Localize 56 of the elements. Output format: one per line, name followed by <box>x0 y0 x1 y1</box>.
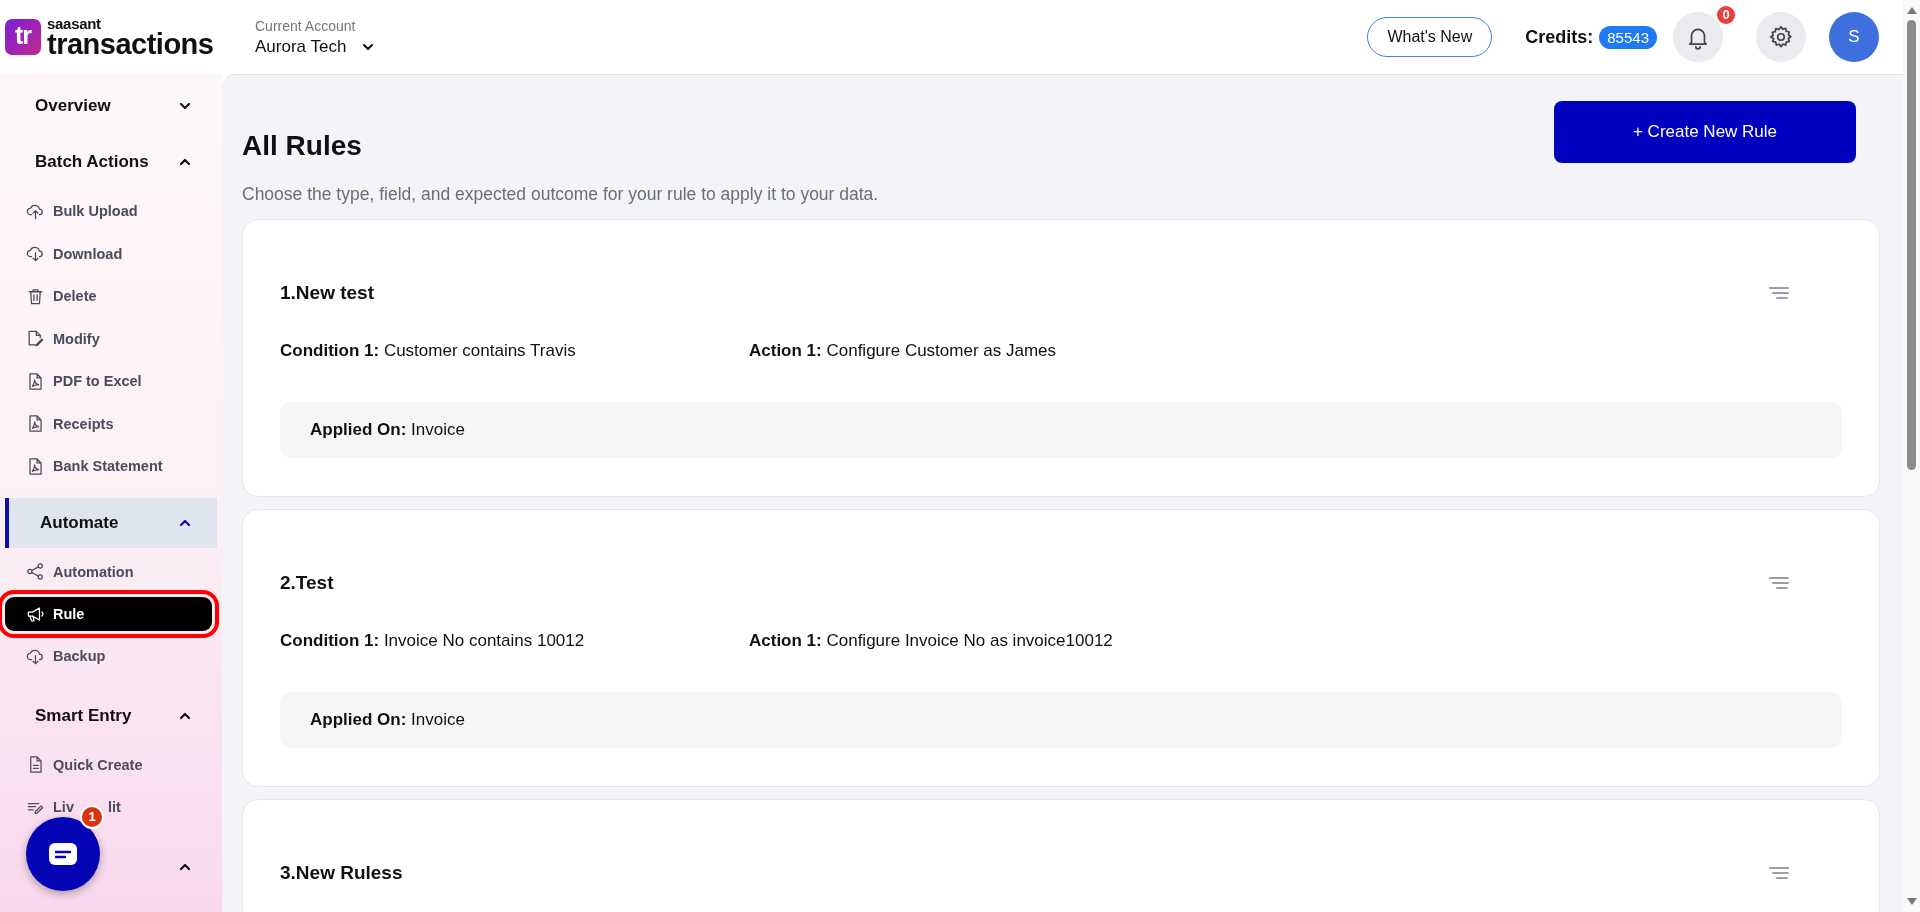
user-avatar[interactable]: S <box>1829 12 1879 62</box>
sidebar-item[interactable]: Modify <box>5 317 212 360</box>
product-name: transactions <box>47 29 214 59</box>
sidebar-item[interactable]: Bank Statement <box>5 445 212 488</box>
account-label: Current Account <box>255 17 357 34</box>
sort-lines-icon <box>1769 866 1789 880</box>
sidebar-section[interactable]: Overview <box>5 78 217 134</box>
whats-new-button[interactable]: What's New <box>1367 17 1493 57</box>
sidebar-item[interactable]: Download <box>5 232 212 275</box>
create-rule-button[interactable]: + Create New Rule <box>1554 101 1856 163</box>
page-description: Choose the type, field, and expected outcome for your rule to apply it to your data. <box>242 183 880 205</box>
account-selector[interactable]: Aurora Tech <box>255 36 377 57</box>
sidebar-item[interactable]: Delete <box>5 275 212 318</box>
sidebar-item[interactable]: Receipts <box>5 402 212 445</box>
chat-icon <box>48 842 78 866</box>
rule-title: 1.New test <box>280 282 374 304</box>
sort-lines-icon <box>1769 576 1789 590</box>
scroll-down-icon[interactable] <box>1906 898 1917 906</box>
sidebar-section[interactable]: Automate <box>5 497 217 548</box>
sidebar-item[interactable]: Automation <box>5 550 212 593</box>
sidebar-section[interactable]: Batch Actions <box>5 134 217 190</box>
pdf-file-icon <box>26 414 45 434</box>
credits-label: Credits: <box>1525 26 1594 48</box>
trash-icon <box>26 286 45 306</box>
notifications-button[interactable] <box>1673 12 1723 62</box>
sort-lines-icon <box>1769 286 1789 300</box>
rule-action: Action 1: Configure Invoice No as invoice10012 <box>749 630 1113 652</box>
sidebar-item[interactable]: Bulk Upload <box>5 190 212 233</box>
credits-badge: 85543 <box>1599 25 1657 49</box>
sidebar-item-text: lit <box>107 799 121 816</box>
download-cloud-icon <box>26 244 45 264</box>
pdf-file-icon <box>26 456 45 476</box>
sidebar-item[interactable]: Liv <box>26 797 74 817</box>
scrollbar[interactable] <box>1903 0 1920 912</box>
rule-condition: Condition 1: Customer contains Travis <box>280 340 577 362</box>
rule-title: 2.Test <box>280 572 334 594</box>
sidebar-item[interactable]: Backup <box>5 635 212 678</box>
file-edit-icon <box>26 329 45 349</box>
notification-count: 0 <box>1717 6 1735 24</box>
settings-icon <box>1768 24 1794 50</box>
megaphone-icon <box>26 604 45 624</box>
sidebar-section[interactable]: Smart Entry <box>5 687 217 744</box>
applied-on-text: Applied On: Invoice <box>310 420 465 440</box>
sidebar-item[interactable]: PDF to Excel <box>5 360 212 403</box>
rule-condition: Condition 1: Invoice No contains 10012 <box>280 630 586 652</box>
brand-name: saasant <box>47 15 102 31</box>
settings-button[interactable] <box>1756 12 1806 62</box>
pdf-file-icon <box>26 371 45 391</box>
scroll-up-icon[interactable] <box>1906 6 1917 14</box>
rule-title: 3.New Ruless <box>280 862 403 884</box>
logo-mark: tr <box>5 19 41 55</box>
page-title: All Rules <box>242 129 362 163</box>
rule-action: Action 1: Configure Customer as James <box>749 340 1057 362</box>
applied-on-text: Applied On: Invoice <box>310 710 465 730</box>
share-nodes-icon <box>26 562 45 582</box>
sidebar-item[interactable]: Quick Create <box>5 743 212 786</box>
